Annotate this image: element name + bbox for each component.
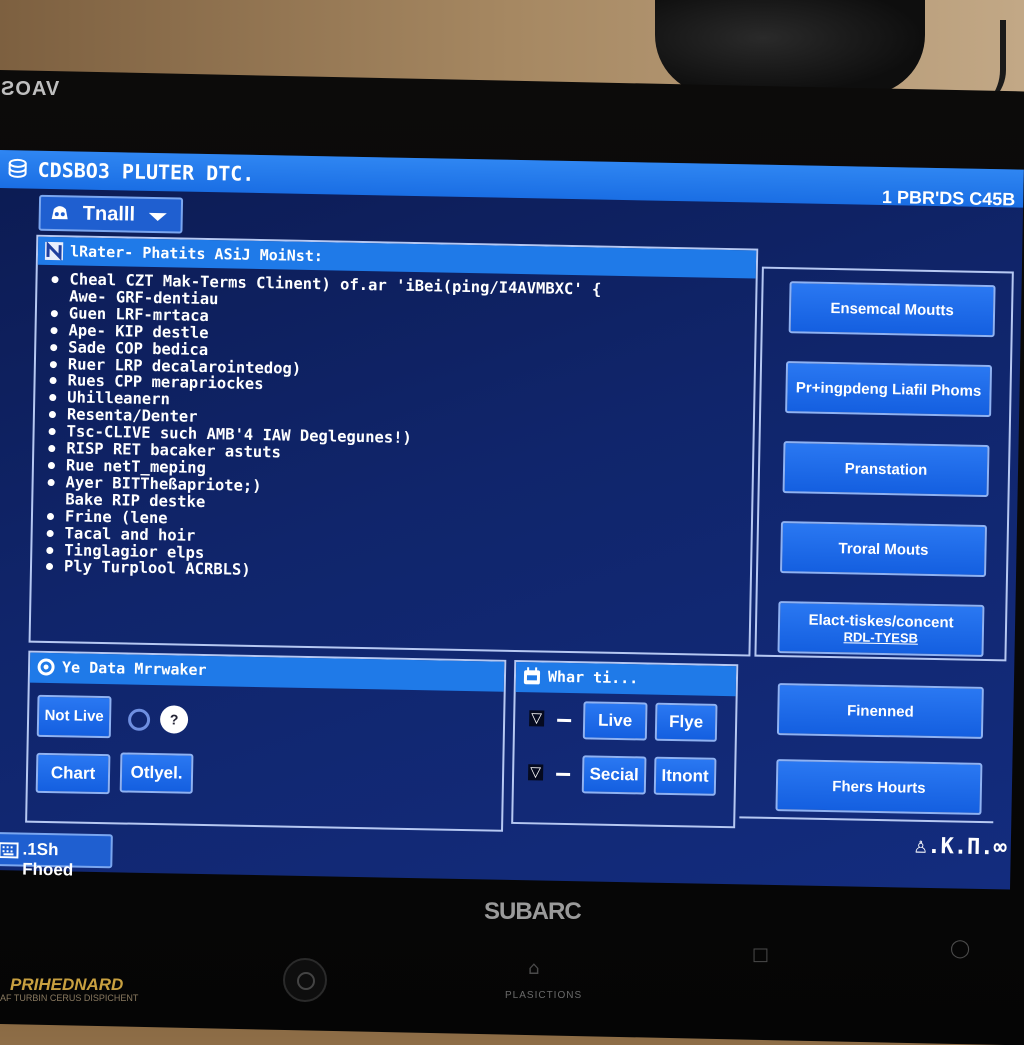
bullet-icon	[48, 411, 56, 419]
bullet-icon	[47, 478, 55, 486]
other-button[interactable]: Otlyel.	[119, 752, 194, 794]
radio-empty[interactable]	[127, 708, 151, 731]
screen: CDSBO3 PLUTER DTC. 1 PBR'DS C45B Tnalll …	[0, 150, 1024, 890]
dtc-list-title: lRater- Phatits ASiJ MoiNst:	[69, 242, 324, 266]
help-icon[interactable]: ?	[159, 705, 189, 734]
filter-icon: ▽	[527, 764, 544, 781]
bullet-icon	[50, 309, 58, 317]
data-panel: Ye Data Mrrwaker Not Live ? Chart Otlyel…	[25, 650, 507, 832]
monitor-top-brand: VAOS	[0, 78, 60, 100]
menu-icon[interactable]: ◯	[950, 938, 970, 959]
side-button[interactable]: Troral Mouts	[780, 521, 987, 578]
dtc-list-panel: lRater- Phatits ASiJ MoiNst: Cheal CZT M…	[28, 234, 759, 657]
bullet-icon	[49, 377, 57, 385]
side-button-label: Troral Mouts	[838, 539, 929, 559]
bullet-icon	[45, 563, 54, 571]
webcam	[655, 0, 925, 95]
side-button[interactable]: Pranstation	[782, 441, 990, 498]
bullet-icon	[49, 360, 57, 368]
side-button-label: Ensemcal Moutts	[830, 299, 954, 319]
bullet-icon	[51, 276, 59, 284]
divider	[739, 816, 994, 824]
secial-button[interactable]: Secial	[581, 755, 647, 795]
title-right-text: 1 PBR'DS C45B	[881, 186, 1016, 210]
app-title: CDSBO3 PLUTER DTC.	[37, 157, 255, 186]
keyboard-icon	[0, 842, 19, 859]
bullet-icon	[50, 326, 58, 334]
bullet-icon	[46, 529, 54, 537]
bullet-icon	[50, 343, 58, 351]
message-icon[interactable]: □	[752, 944, 769, 965]
fhers-hourts-button[interactable]: Fhers Hourts	[775, 759, 983, 815]
side-button-label: Pr+ingpdeng Liafil Phoms	[795, 378, 982, 400]
bullet-icon	[47, 461, 56, 470]
data-panel-title: Ye Data Mrrwaker	[61, 658, 207, 680]
dtc-item-text: Ply Turplool ACRBLS)	[63, 557, 251, 580]
vehicle-dropdown[interactable]: Tnalll	[38, 194, 184, 234]
side-button-label: Pranstation	[844, 459, 928, 479]
what-panel-header: Whar ti...	[515, 662, 737, 697]
status-indicator: ♙.K.П.∞	[913, 833, 1008, 861]
dropdown-label: Tnalll	[82, 202, 136, 226]
database-icon	[8, 158, 27, 178]
control-label: PLASICTIONS	[505, 990, 583, 1001]
not-live-button[interactable]: Not Live	[36, 694, 112, 739]
dtc-list: Cheal CZT Mak-Terms Clinent) of.ar 'iBei…	[42, 270, 746, 589]
filter-icon: ▽	[529, 710, 545, 727]
bullet-icon	[46, 546, 54, 554]
status-button-label: .1Sh Fhoed	[22, 839, 74, 880]
live-button[interactable]: Live	[582, 701, 648, 741]
app-logo-icon	[44, 241, 64, 261]
car-icon	[51, 206, 68, 220]
flye-button[interactable]: Flye	[654, 702, 718, 742]
status-button[interactable]: .1Sh Fhoed	[0, 831, 113, 880]
itnont-button[interactable]: Itnont	[653, 756, 717, 796]
bullet-icon	[48, 445, 56, 453]
home-icon[interactable]: ⌂	[528, 958, 539, 979]
side-button-sublabel: RDL-TYESB	[843, 629, 919, 646]
bullet-icon	[48, 428, 56, 436]
chevron-down-icon	[148, 212, 167, 222]
finenned-button[interactable]: Finenned	[776, 683, 984, 739]
side-button[interactable]: Ensemcal Moutts	[788, 281, 996, 338]
dash-separator	[556, 772, 571, 777]
monitor-brand: SUBARC	[484, 898, 582, 925]
side-button-label: Elact-tiskes/concent	[808, 611, 954, 632]
settings-icon	[37, 658, 55, 676]
bullet-icon	[49, 394, 57, 402]
side-button[interactable]: Elact-tiskes/concent RDL-TYESB	[777, 601, 985, 657]
dash-separator	[557, 718, 572, 723]
calendar-icon	[523, 667, 541, 685]
sub-brand-tagline: AF TURBIN CERUS DISPICHENT	[0, 993, 139, 1003]
bullet-icon	[46, 512, 55, 520]
side-button[interactable]: Pr+ingpdeng Liafil Phoms	[785, 361, 993, 418]
what-panel-title: Whar ti...	[547, 667, 639, 688]
chart-button[interactable]: Chart	[35, 752, 111, 795]
sub-brand-logo: PRIHEDNARD	[10, 975, 124, 994]
what-panel: Whar ti... ▽ Live Flye ▽ Secial Itnont	[511, 659, 739, 829]
power-button[interactable]	[283, 958, 327, 1002]
data-panel-header: Ye Data Mrrwaker	[29, 652, 505, 692]
